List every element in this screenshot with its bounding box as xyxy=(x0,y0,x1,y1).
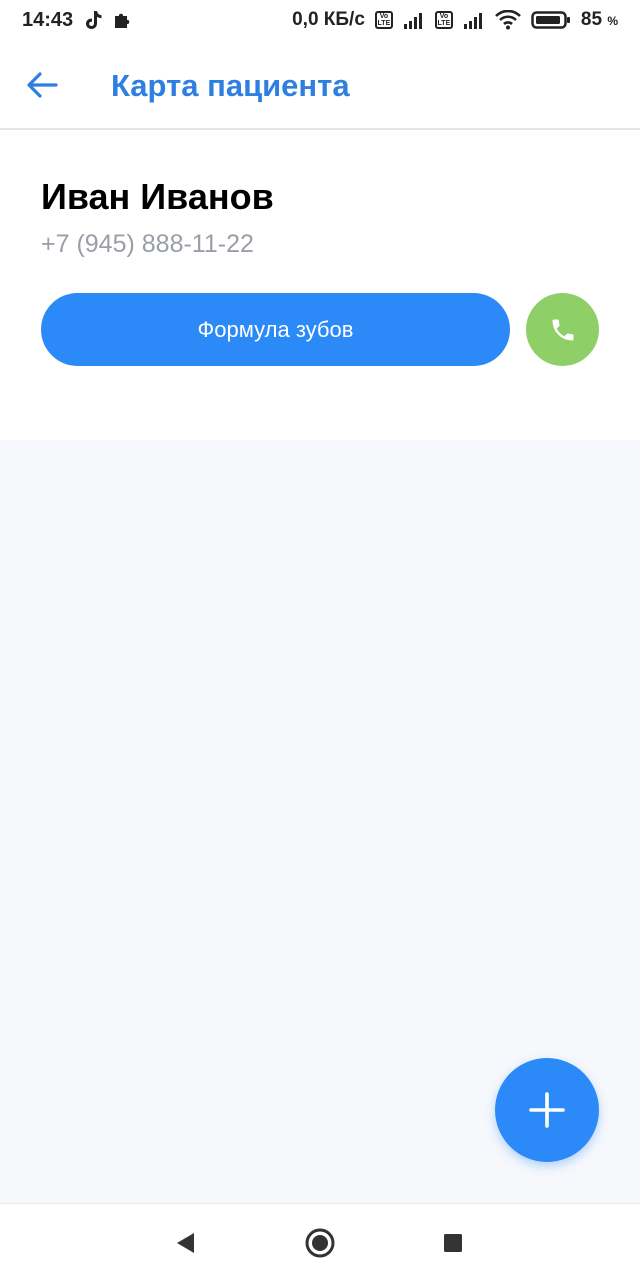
page-title: Карта пациента xyxy=(111,68,350,103)
tiktok-icon xyxy=(83,9,103,31)
status-left: 14:43 xyxy=(22,9,133,32)
app-bar: Карта пациента xyxy=(0,40,640,130)
nav-back-button[interactable] xyxy=(168,1226,202,1260)
network-speed: 0,0 КБ/с xyxy=(292,9,365,30)
volte-label-bottom: LTE xyxy=(377,20,391,27)
back-triangle-icon xyxy=(177,1233,194,1253)
status-time: 14:43 xyxy=(22,8,74,31)
volte-label-bottom-2: LTE xyxy=(437,20,451,27)
phone-icon xyxy=(552,319,573,340)
battery-icon xyxy=(531,10,571,30)
system-nav-bar xyxy=(0,1203,640,1280)
back-button[interactable] xyxy=(22,65,62,105)
nav-home-button[interactable] xyxy=(303,1226,337,1260)
battery-percent-unit: % xyxy=(607,14,618,28)
teeth-formula-button[interactable]: Формула зубов xyxy=(41,293,510,366)
patient-phone: +7 (945) 888-11-22 xyxy=(41,230,254,258)
volte-icon-2: Vo LTE xyxy=(434,11,453,29)
recents-square-icon xyxy=(444,1234,462,1252)
battery-percent-value: 85 xyxy=(580,9,603,30)
volte-icon: Vo LTE xyxy=(374,11,393,29)
signal-icon xyxy=(403,11,425,29)
battery-percent: 85 % xyxy=(581,9,618,31)
status-bar: 14:43 0,0 КБ/с Vo LTE Vo LTE 85 % xyxy=(0,0,640,40)
arrow-left-icon xyxy=(27,72,58,98)
call-button[interactable] xyxy=(526,293,599,366)
add-button[interactable] xyxy=(495,1058,599,1162)
wifi-icon xyxy=(494,10,521,30)
patient-card: Иван Иванов +7 (945) 888-11-22 Формула з… xyxy=(0,132,640,440)
home-circle-icon xyxy=(305,1228,335,1258)
puzzle-icon xyxy=(113,10,133,30)
status-right: 0,0 КБ/с Vo LTE Vo LTE 85 % xyxy=(292,9,618,31)
patient-name: Иван Иванов xyxy=(41,176,274,217)
volte-label-top: Vo xyxy=(379,13,389,20)
volte-label-top-2: Vo xyxy=(439,13,449,20)
nav-recents-button[interactable] xyxy=(436,1226,470,1260)
plus-icon xyxy=(529,1092,565,1128)
signal-icon-2 xyxy=(463,11,485,29)
